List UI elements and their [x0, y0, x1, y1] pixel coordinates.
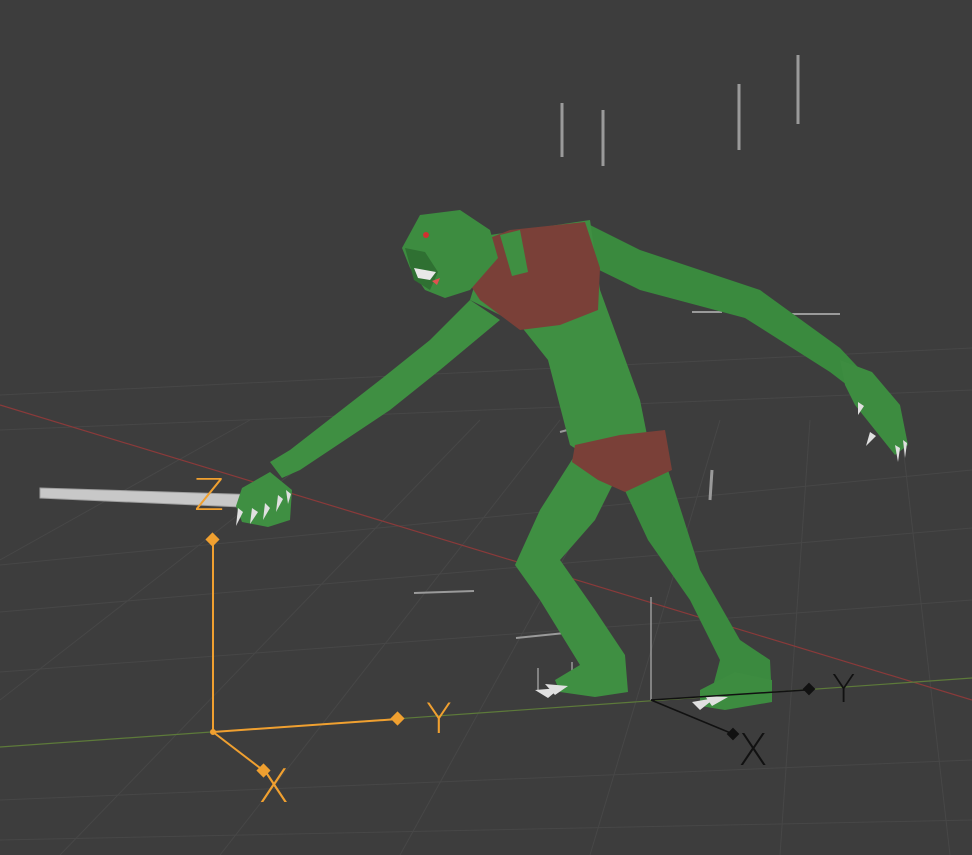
gizmo-x-label: X: [258, 759, 290, 813]
armature-x-label: X: [738, 725, 768, 776]
y-handle-icon[interactable]: [390, 711, 405, 726]
armature-y-label: Y: [832, 667, 855, 711]
gizmo-z-label: Z: [194, 470, 224, 521]
armature-y-handle-icon[interactable]: [802, 682, 816, 696]
3d-viewport[interactable]: Z Y X Y X: [0, 0, 972, 855]
armature-x-handle-icon[interactable]: [726, 727, 740, 741]
spear-icon[interactable]: [39, 487, 263, 509]
floor-grid: [0, 347, 972, 855]
y-axis-line: [0, 677, 972, 748]
viewport-canvas[interactable]: Z Y X Y X: [0, 0, 972, 855]
gizmo-y-label: Y: [426, 694, 452, 743]
x-axis-line: [0, 404, 972, 701]
